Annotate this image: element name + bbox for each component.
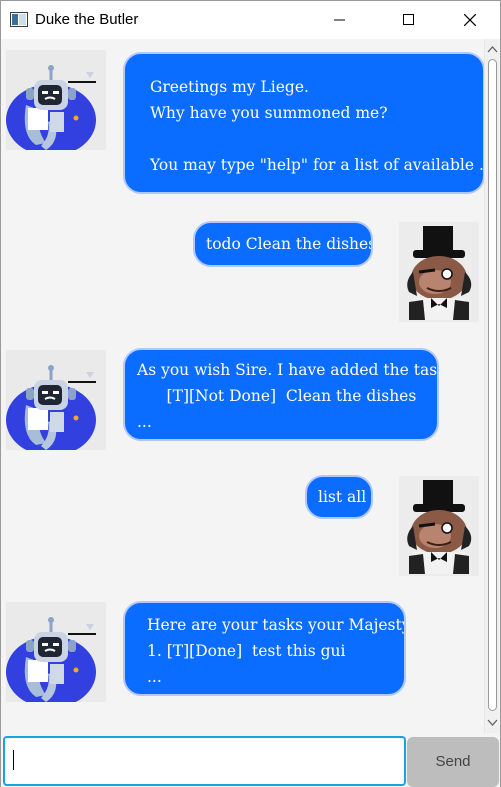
scroll-down-icon[interactable] [487, 715, 498, 729]
window-title: Duke the Butler [35, 11, 139, 28]
app-window: Duke the Butler Greetings my Liege. Why … [0, 0, 501, 787]
duke-robot-avatar-icon [6, 50, 106, 150]
title-bar[interactable]: Duke the Butler [1, 1, 500, 39]
user-message-bubble: todo Clean the dishes [193, 221, 373, 267]
message-input[interactable] [3, 736, 406, 786]
send-button[interactable]: Send [407, 737, 499, 787]
user-top-hat-avatar-icon [399, 476, 479, 576]
duke-robot-avatar-icon [6, 350, 106, 450]
user-top-hat-avatar-icon [399, 222, 479, 322]
user-message-bubble: list all [305, 475, 373, 519]
close-button[interactable] [447, 1, 493, 39]
chat-history[interactable]: Greetings my Liege. Why have you summone… [2, 39, 484, 733]
minimize-button[interactable] [317, 1, 363, 39]
close-icon [464, 14, 476, 26]
maximize-icon [403, 14, 414, 25]
duke-message-bubble: Here are your tasks your Majesty: 1. [T]… [123, 601, 406, 696]
maximize-button[interactable] [386, 1, 432, 39]
duke-message-bubble: As you wish Sire. I have added the task:… [123, 348, 439, 441]
scroll-up-icon[interactable] [487, 43, 498, 57]
duke-message-bubble: Greetings my Liege. Why have you summone… [123, 52, 484, 194]
text-caret [13, 750, 14, 770]
duke-robot-avatar-icon [6, 602, 106, 702]
app-window-icon [10, 12, 28, 27]
minimize-icon [334, 19, 345, 21]
vertical-scrollbar[interactable] [484, 39, 499, 733]
input-area: Send [1, 733, 500, 787]
scrollbar-thumb[interactable] [488, 59, 497, 711]
